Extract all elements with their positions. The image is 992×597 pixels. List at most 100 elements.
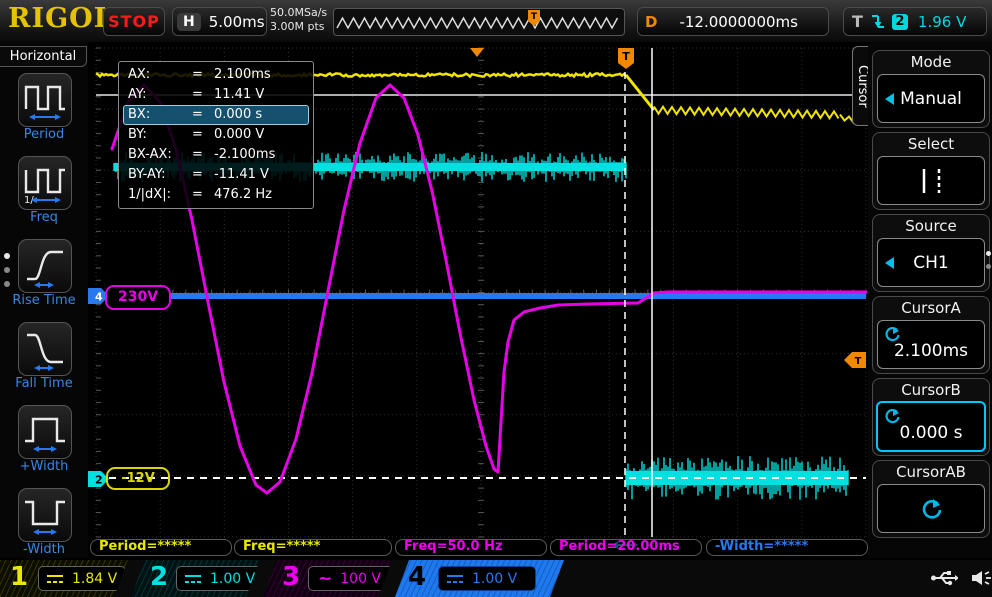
cursor-b-button[interactable]: 0.000 s [876,401,986,452]
channel-3-number: 3 [282,562,300,592]
section-title: CursorB [873,379,989,399]
cursor-info-row: BX-AX: = -2.100ms [123,145,309,165]
knob-icon [884,408,900,424]
section-cursor-b: CursorB 0.000 s [872,378,990,456]
cursor-row-value: 0.000 V [214,126,264,144]
section-title: CursorAB [873,461,989,481]
channel-1-scale: 1.84 V [72,571,117,587]
knob-icon [920,498,942,520]
waveform-preview-strip[interactable]: T [333,8,625,36]
section-cursor-a: CursorA 2.100ms [872,296,990,374]
measurement-freq-ch1: Freq=***** [234,539,392,556]
equals: = [192,146,214,164]
menu-page-dot [4,253,10,259]
cursor-a-button[interactable]: 2.100ms [877,320,985,369]
horizontal-measure-menu: Horizontal Period 1/ Freq Rise Time [0,42,89,558]
channel-label-minus12v[interactable]: -12V [106,467,170,490]
cursor-row-value: 476.2 Hz [214,186,272,204]
top-status-bar: RIGOL STOP H 5.00ms 50.0MSa/s 3.00M pts … [0,0,992,44]
channel-1-status[interactable]: 1 1.84 V [0,560,130,597]
section-cursor-ab: CursorAB [872,460,990,538]
cursor-info-row-selected: BX: = 0.000 s [123,105,309,125]
svg-text:T: T [855,356,862,367]
equals: = [192,86,214,104]
measurement-minus-width-ch4: -Width=***** [706,539,868,556]
oscilloscope-screen: { "topbar": { "brand": "RIGOL", "run_sta… [0,0,992,595]
trigger-status-box[interactable]: T 2 1.96 V [843,7,987,36]
horizontal-scale-box[interactable]: H 5.00ms [172,7,267,36]
sample-rate: 50.0MSa/s [270,6,327,20]
cursor-row-value: -2.100ms [214,146,275,164]
cursor-row-value: -11.41 V [214,166,269,184]
equals: = [192,106,214,124]
channel-1-number: 1 [10,562,28,592]
measurement-period-ch1: Period=***** [90,539,232,556]
cursor-row-value: 2.100ms [214,66,271,84]
dc-coupling-icon [446,573,464,585]
cursor-row-name: BY: [128,126,192,144]
cursor-row-name: AY: [128,86,192,104]
preview-trigger-letter: T [531,12,538,22]
cursor-row-name: BX-AX: [128,146,192,164]
cursor-row-value: 11.41 V [214,86,264,104]
cursor-menu: Mode Manual Select Source CH1 CursorA [868,42,992,558]
measure-item-freq[interactable]: 1/ [18,156,72,210]
channel-2-status[interactable]: 2 1.00 V [130,560,262,597]
fall-time-icon [21,325,69,373]
select-button[interactable] [877,156,985,205]
cursor-info-row: BY: = 0.000 V [123,125,309,145]
channel-label-230v[interactable]: 230V [105,285,171,310]
rigol-logo: RIGOL [8,3,114,34]
cursor-ab-button[interactable] [877,484,985,533]
h-scale-value: 5.00ms [209,13,265,31]
measure-item-minus-width[interactable] [18,488,72,542]
channel-4-status-selected[interactable]: 4 1.00 V [394,560,566,597]
section-title: Source [873,215,989,235]
measure-item-rise-time[interactable] [18,239,72,293]
cursor-row-name: AX: [128,66,192,84]
equals: = [192,66,214,84]
section-select: Select [872,132,990,210]
dc-coupling-icon [46,573,64,585]
menu-page-dot [986,251,991,256]
dc-coupling-icon [184,573,202,585]
section-mode: Mode Manual [872,50,990,128]
section-title: Select [873,133,989,153]
cursor-info-row: BY-AY: = -11.41 V [123,165,309,185]
source-value: CH1 [913,253,948,273]
usb-icon [930,567,958,589]
measure-item-plus-width[interactable] [18,405,72,459]
cursor-row-name: BY-AY: [128,166,192,184]
section-title: Mode [873,51,989,71]
trigger-source-badge: 2 [892,14,908,30]
cursor-info-row: AX: = 2.100ms [123,65,309,85]
trigger-delay-box[interactable]: D -12.0000000ms [637,7,829,36]
equals: = [192,186,214,204]
freq-icon: 1/ [21,159,69,207]
waveform-display-area[interactable]: TT42 AX: = 2.100ms AY: = 11.41 V BX: = 0… [88,42,868,558]
mode-value: Manual [900,89,962,109]
cursor-info-row: 1/|dX|: = 476.2 Hz [123,185,309,205]
memory-depth: 3.00M pts [270,20,327,34]
trigger-level-value: 1.96 V [918,13,966,31]
left-menu-title: Horizontal [0,46,87,67]
left-arrow-icon [885,257,894,269]
svg-text:T: T [622,50,630,63]
knob-icon [884,326,900,342]
measurement-freq-ch3: Freq=50.0 Hz [395,539,547,556]
delay-label: D [645,13,657,31]
equals: = [192,126,214,144]
measure-item-fall-time[interactable] [18,322,72,376]
measure-label-fall-time: Fall Time [0,376,88,391]
section-source: Source CH1 [872,214,990,292]
source-button[interactable]: CH1 [877,238,985,287]
channel-3-status[interactable]: 3 ~ 100 V [262,560,394,597]
svg-text:2: 2 [95,474,103,487]
run-stop-status[interactable]: STOP [103,7,165,36]
mode-button[interactable]: Manual [877,74,985,123]
measure-item-period[interactable] [18,73,72,127]
cursor-ab-lines-icon [909,166,953,196]
h-label: H [177,13,201,31]
measure-label-freq: Freq [0,210,88,225]
beeper-icon [968,567,992,589]
